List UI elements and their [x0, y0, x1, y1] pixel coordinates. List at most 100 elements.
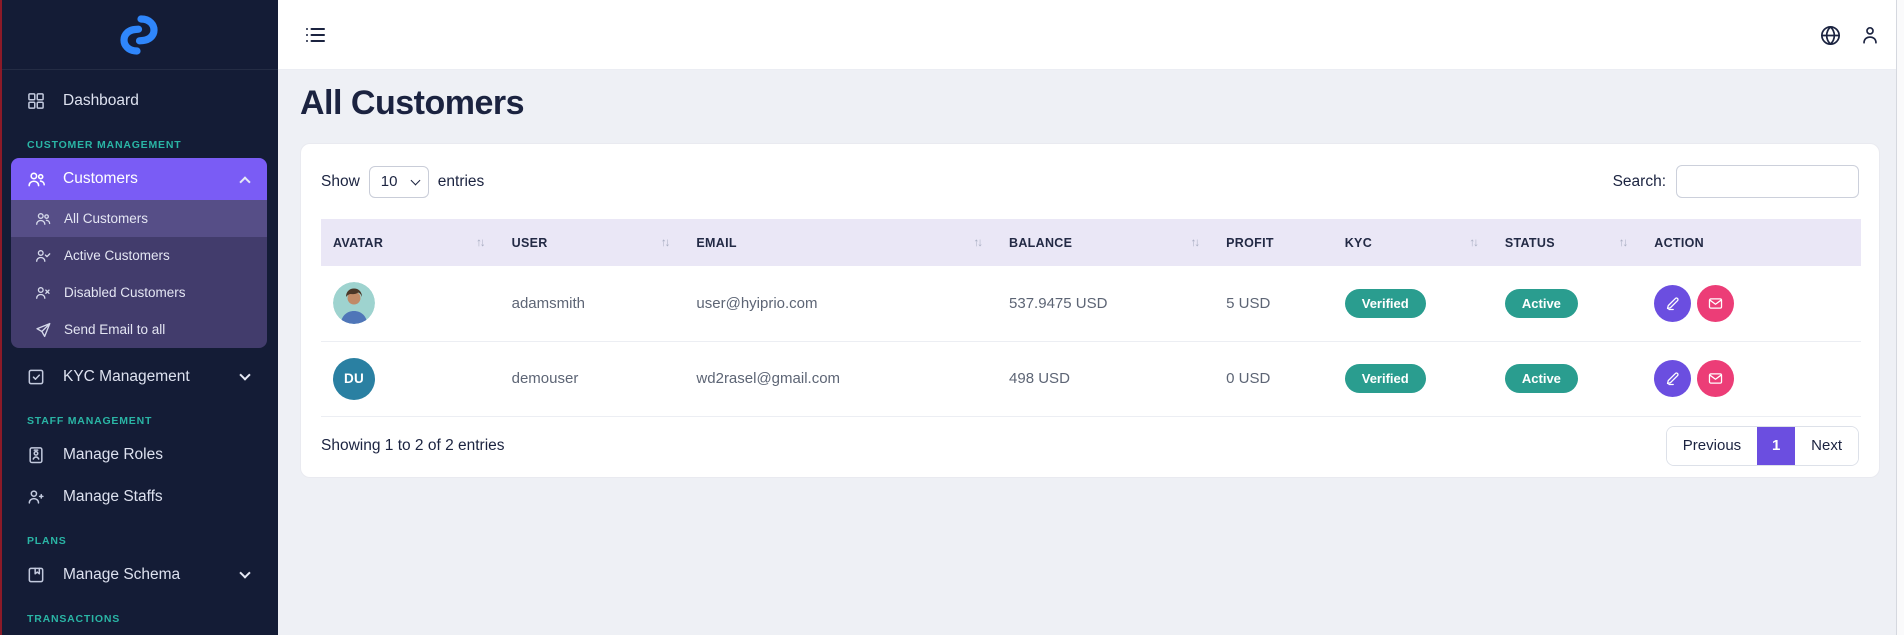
users-icon [25, 168, 47, 190]
column-header-avatar[interactable]: AVATAR↑↓ [321, 219, 500, 266]
sort-arrows-icon[interactable]: ↑↓ [1191, 237, 1199, 249]
page-title: All Customers [300, 84, 524, 123]
customers-table: AVATAR↑↓ USER↑↓ EMAIL↑↓ BALANCE↑↓ PROFIT… [321, 219, 1861, 417]
balance-cell: 498 USD [997, 341, 1214, 416]
user-cell: adamsmith [500, 266, 685, 341]
check-square-icon [25, 366, 47, 388]
user-check-icon [33, 246, 52, 265]
sidebar-subitem-label: All Customers [64, 211, 148, 226]
edit-button[interactable] [1654, 360, 1691, 397]
envelope-icon [1707, 295, 1724, 312]
sidebar-item-label: Customers [63, 170, 138, 188]
profit-cell: 5 USD [1214, 266, 1333, 341]
sidebar-section-transactions: TRANSACTIONS [27, 613, 278, 625]
column-header-balance[interactable]: BALANCE↑↓ [997, 219, 1214, 266]
users-icon [33, 209, 52, 228]
list-menu-icon[interactable] [303, 23, 327, 47]
topbar [278, 0, 1904, 70]
sidebar-subitem-active-customers[interactable]: Active Customers [11, 237, 267, 274]
sidebar: Dashboard CUSTOMER MANAGEMENT Customers … [0, 0, 278, 635]
row-actions [1654, 285, 1861, 322]
user-icon[interactable] [1859, 24, 1882, 47]
bookmark-box-icon [25, 564, 47, 586]
edit-button[interactable] [1654, 285, 1691, 322]
entries-label: entries [438, 173, 485, 191]
sidebar-item-label: Manage Roles [63, 446, 163, 464]
sidebar-subitem-label: Send Email to all [64, 322, 165, 337]
current-page-button[interactable]: 1 [1757, 427, 1795, 465]
sidebar-item-manage-staffs[interactable]: Manage Staffs [11, 476, 267, 518]
main-content: All Customers Show 10 entries Search: [278, 70, 1904, 635]
avatar-initials[interactable]: DU [333, 358, 375, 400]
sort-arrows-icon[interactable]: ↑↓ [661, 237, 669, 249]
sidebar-subitem-disabled-customers[interactable]: Disabled Customers [11, 274, 267, 311]
page-size-control: Show 10 entries [321, 166, 484, 198]
sidebar-subitem-all-customers[interactable]: All Customers [11, 200, 267, 237]
kyc-badge: Verified [1345, 364, 1426, 393]
column-header-status[interactable]: STATUS↑↓ [1493, 219, 1642, 266]
sidebar-nav: Dashboard CUSTOMER MANAGEMENT Customers … [0, 70, 278, 625]
email-cell: wd2rasel@gmail.com [684, 341, 997, 416]
previous-page-button[interactable]: Previous [1667, 427, 1757, 465]
sidebar-item-kyc-management[interactable]: KYC Management [11, 356, 267, 398]
customers-submenu: All Customers Active Customers Disabled … [11, 200, 267, 348]
show-label: Show [321, 173, 360, 191]
user-x-icon [33, 283, 52, 302]
brand-logo[interactable] [0, 0, 278, 70]
entries-summary: Showing 1 to 2 of 2 entries [321, 437, 505, 455]
search-input[interactable] [1676, 165, 1859, 198]
sort-arrows-icon[interactable]: ↑↓ [476, 237, 484, 249]
status-badge: Active [1505, 289, 1578, 318]
email-button[interactable] [1697, 285, 1734, 322]
user-cell: demouser [500, 341, 685, 416]
kyc-badge: Verified [1345, 289, 1426, 318]
table-controls: Show 10 entries Search: [301, 144, 1879, 219]
id-badge-icon [25, 444, 47, 466]
email-button[interactable] [1697, 360, 1734, 397]
column-header-action[interactable]: ACTION [1642, 219, 1861, 266]
avatar-photo[interactable] [333, 282, 375, 324]
balance-cell: 537.9475 USD [997, 266, 1214, 341]
column-header-kyc[interactable]: KYC↑↓ [1333, 219, 1493, 266]
sidebar-item-label: Dashboard [63, 92, 139, 110]
sidebar-subitem-label: Disabled Customers [64, 285, 186, 300]
send-icon [33, 320, 52, 339]
screen-left-edge [0, 0, 2, 635]
sidebar-subitem-label: Active Customers [64, 248, 170, 263]
sidebar-section-staff-management: STAFF MANAGEMENT [27, 415, 278, 427]
page-size-select[interactable]: 10 [369, 166, 429, 198]
search-control: Search: [1613, 165, 1859, 198]
sidebar-item-label: KYC Management [63, 368, 190, 386]
sidebar-item-customers[interactable]: Customers [11, 158, 267, 200]
status-badge: Active [1505, 364, 1578, 393]
sidebar-item-dashboard[interactable]: Dashboard [11, 80, 267, 122]
sort-arrows-icon[interactable]: ↑↓ [974, 237, 982, 249]
search-label: Search: [1613, 173, 1666, 191]
table-row: DU demouser wd2rasel@gmail.com 498 USD 0… [321, 341, 1861, 416]
email-cell: user@hyiprio.com [684, 266, 997, 341]
chevron-down-icon [239, 369, 250, 380]
sidebar-item-manage-schema[interactable]: Manage Schema [11, 554, 267, 596]
sidebar-subitem-send-email[interactable]: Send Email to all [11, 311, 267, 348]
sort-arrows-icon[interactable]: ↑↓ [1619, 237, 1627, 249]
pagination: Previous 1 Next [1666, 426, 1859, 466]
globe-icon[interactable] [1819, 24, 1842, 47]
sidebar-section-customer-management: CUSTOMER MANAGEMENT [27, 139, 278, 151]
sidebar-item-manage-roles[interactable]: Manage Roles [11, 434, 267, 476]
pen-icon [1664, 295, 1681, 312]
sidebar-item-label: Manage Schema [63, 566, 180, 584]
envelope-icon [1707, 370, 1724, 387]
scrollbar-track[interactable] [1896, 0, 1904, 635]
sort-arrows-icon[interactable]: ↑↓ [1469, 237, 1477, 249]
row-actions [1654, 360, 1861, 397]
column-header-email[interactable]: EMAIL↑↓ [684, 219, 997, 266]
customers-card: Show 10 entries Search: [300, 143, 1880, 478]
table-footer: Showing 1 to 2 of 2 entries Previous 1 N… [301, 414, 1879, 477]
user-plus-icon [25, 486, 47, 508]
next-page-button[interactable]: Next [1795, 427, 1858, 465]
column-header-user[interactable]: USER↑↓ [500, 219, 685, 266]
pen-icon [1664, 370, 1681, 387]
chevron-down-icon [239, 567, 250, 578]
column-header-profit[interactable]: PROFIT [1214, 219, 1333, 266]
dashboard-icon [25, 90, 47, 112]
